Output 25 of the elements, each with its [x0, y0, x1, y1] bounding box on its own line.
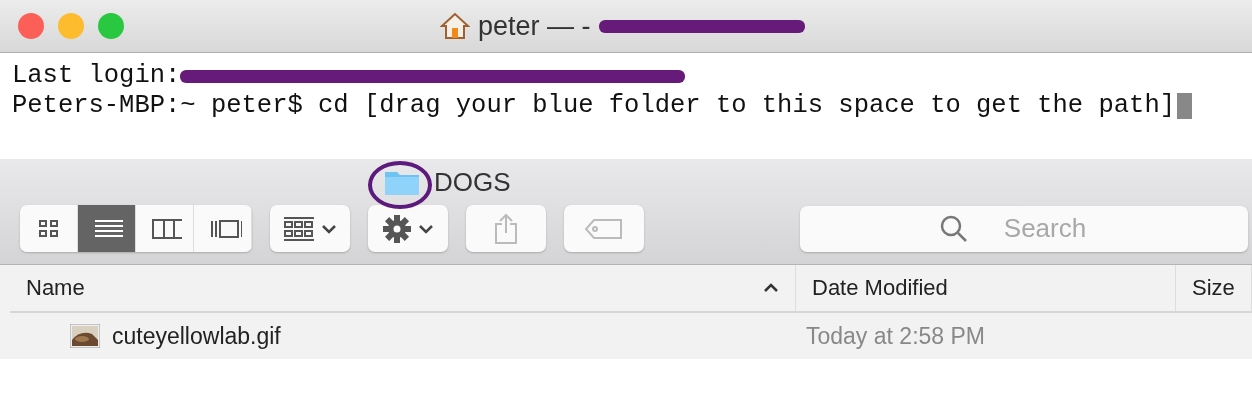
column-header[interactable]: Name: [10, 265, 796, 311]
share-icon: [494, 212, 518, 245]
gear-icon: [382, 213, 412, 244]
action-button[interactable]: [368, 205, 448, 252]
caret-icon: [418, 223, 434, 234]
terminal-line: Peters-MBP:~ peter$ cd [drag your blue folder to this space to get the path]: [12, 91, 1175, 121]
terminal-line: Last login:: [12, 61, 181, 91]
search-field[interactable]: Search: [800, 205, 1248, 252]
arrange-button[interactable]: [270, 205, 350, 252]
date-modified: Today at 2:58 PM: [805, 322, 986, 350]
tag-icon: [584, 217, 624, 240]
column-header[interactable]: Size: [1176, 265, 1252, 311]
caret-icon: [321, 223, 337, 234]
window-title: DOGS: [434, 166, 511, 198]
search-icon: [940, 214, 968, 243]
column-header[interactable]: Date Modified: [796, 265, 1176, 311]
file-name: cuteyellowlab.gif: [112, 322, 281, 350]
view-mode-button[interactable]: [20, 205, 78, 252]
house-icon: [440, 11, 470, 41]
view-mode-button[interactable]: [78, 205, 136, 252]
window-title: peter — -: [478, 10, 591, 42]
view-mode-button[interactable]: [194, 205, 252, 252]
view-mode-button[interactable]: [136, 205, 194, 252]
arrange-icon: [283, 215, 315, 242]
file-row[interactable]: cuteyellowlab.gif Today at 2:58 PM: [0, 313, 1252, 359]
